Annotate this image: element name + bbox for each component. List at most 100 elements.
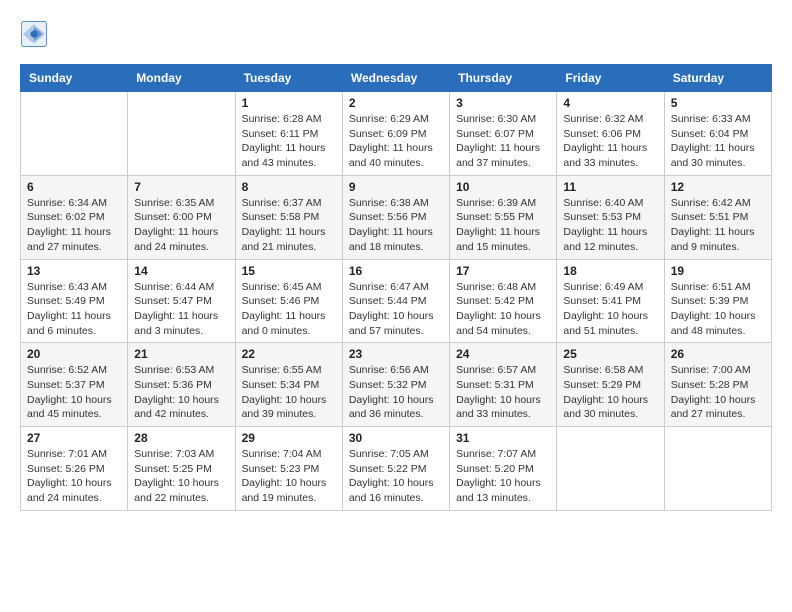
calendar-cell: 10Sunrise: 6:39 AM Sunset: 5:55 PM Dayli… bbox=[450, 175, 557, 259]
weekday-header-tuesday: Tuesday bbox=[235, 65, 342, 92]
calendar-cell: 28 Sunrise: 7:03 AM Sunset: 5:25 PM Dayli… bbox=[128, 427, 235, 511]
day-number: 7 bbox=[134, 180, 228, 194]
calendar-body: 1 Sunrise: 6:28 AM Sunset: 6:11 PM Daylig… bbox=[21, 92, 772, 511]
calendar-cell: 1 Sunrise: 6:28 AM Sunset: 6:11 PM Daylig… bbox=[235, 92, 342, 176]
calendar-cell: 7Sunrise: 6:35 AM Sunset: 6:00 PM Daylig… bbox=[128, 175, 235, 259]
day-info: Sunrise: 6:30 AM Sunset: 6:07 PM Dayligh… bbox=[456, 112, 550, 171]
calendar-cell: 14 Sunrise: 6:44 AM Sunset: 5:47 PM Dayli… bbox=[128, 259, 235, 343]
calendar-cell bbox=[557, 427, 664, 511]
day-info: Sunrise: 6:38 AM Sunset: 5:56 PM Dayligh… bbox=[349, 196, 443, 255]
day-number: 23 bbox=[349, 347, 443, 361]
day-info: Sunrise: 7:01 AM Sunset: 5:26 PM Dayligh… bbox=[27, 447, 121, 506]
day-info: Sunrise: 6:33 AM Sunset: 6:04 PM Dayligh… bbox=[671, 112, 765, 171]
calendar-cell bbox=[21, 92, 128, 176]
calendar-cell bbox=[128, 92, 235, 176]
day-info: Sunrise: 6:42 AM Sunset: 5:51 PM Dayligh… bbox=[671, 196, 765, 255]
day-number: 17 bbox=[456, 264, 550, 278]
logo bbox=[20, 20, 52, 48]
day-info: Sunrise: 7:04 AM Sunset: 5:23 PM Dayligh… bbox=[242, 447, 336, 506]
calendar-cell: 24 Sunrise: 6:57 AM Sunset: 5:31 PM Dayli… bbox=[450, 343, 557, 427]
calendar-cell: 8 Sunrise: 6:37 AM Sunset: 5:58 PM Daylig… bbox=[235, 175, 342, 259]
day-info: Sunrise: 6:58 AM Sunset: 5:29 PM Dayligh… bbox=[563, 363, 657, 422]
day-info: Sunrise: 6:44 AM Sunset: 5:47 PM Dayligh… bbox=[134, 280, 228, 339]
calendar-header: SundayMondayTuesdayWednesdayThursdayFrid… bbox=[21, 65, 772, 92]
calendar-table: SundayMondayTuesdayWednesdayThursdayFrid… bbox=[20, 64, 772, 511]
calendar-cell: 18Sunrise: 6:49 AM Sunset: 5:41 PM Dayli… bbox=[557, 259, 664, 343]
day-number: 26 bbox=[671, 347, 765, 361]
calendar-cell: 9 Sunrise: 6:38 AM Sunset: 5:56 PM Daylig… bbox=[342, 175, 449, 259]
day-info: Sunrise: 6:51 AM Sunset: 5:39 PM Dayligh… bbox=[671, 280, 765, 339]
calendar-cell: 4 Sunrise: 6:32 AM Sunset: 6:06 PM Daylig… bbox=[557, 92, 664, 176]
day-info: Sunrise: 6:37 AM Sunset: 5:58 PM Dayligh… bbox=[242, 196, 336, 255]
day-number: 15 bbox=[242, 264, 336, 278]
day-info: Sunrise: 6:29 AM Sunset: 6:09 PM Dayligh… bbox=[349, 112, 443, 171]
calendar-cell: 30 Sunrise: 7:05 AM Sunset: 5:22 PM Dayli… bbox=[342, 427, 449, 511]
day-number: 5 bbox=[671, 96, 765, 110]
weekday-header-sunday: Sunday bbox=[21, 65, 128, 92]
calendar-cell: 19Sunrise: 6:51 AM Sunset: 5:39 PM Dayli… bbox=[664, 259, 771, 343]
day-info: Sunrise: 7:07 AM Sunset: 5:20 PM Dayligh… bbox=[456, 447, 550, 506]
day-number: 30 bbox=[349, 431, 443, 445]
day-number: 1 bbox=[242, 96, 336, 110]
day-info: Sunrise: 6:52 AM Sunset: 5:37 PM Dayligh… bbox=[27, 363, 121, 422]
calendar-cell: 11 Sunrise: 6:40 AM Sunset: 5:53 PM Dayli… bbox=[557, 175, 664, 259]
calendar-cell: 17 Sunrise: 6:48 AM Sunset: 5:42 PM Dayli… bbox=[450, 259, 557, 343]
day-number: 12 bbox=[671, 180, 765, 194]
day-info: Sunrise: 6:32 AM Sunset: 6:06 PM Dayligh… bbox=[563, 112, 657, 171]
day-number: 8 bbox=[242, 180, 336, 194]
logo-icon bbox=[20, 20, 48, 48]
day-number: 11 bbox=[563, 180, 657, 194]
day-number: 31 bbox=[456, 431, 550, 445]
day-info: Sunrise: 6:49 AM Sunset: 5:41 PM Dayligh… bbox=[563, 280, 657, 339]
calendar-cell: 27 Sunrise: 7:01 AM Sunset: 5:26 PM Dayli… bbox=[21, 427, 128, 511]
calendar-week-4: 27 Sunrise: 7:01 AM Sunset: 5:26 PM Dayli… bbox=[21, 427, 772, 511]
calendar-cell: 23 Sunrise: 6:56 AM Sunset: 5:32 PM Dayli… bbox=[342, 343, 449, 427]
calendar-cell: 29 Sunrise: 7:04 AM Sunset: 5:23 PM Dayli… bbox=[235, 427, 342, 511]
day-number: 22 bbox=[242, 347, 336, 361]
day-number: 13 bbox=[27, 264, 121, 278]
weekday-header-friday: Friday bbox=[557, 65, 664, 92]
day-number: 28 bbox=[134, 431, 228, 445]
calendar-cell: 5 Sunrise: 6:33 AM Sunset: 6:04 PM Daylig… bbox=[664, 92, 771, 176]
day-info: Sunrise: 7:05 AM Sunset: 5:22 PM Dayligh… bbox=[349, 447, 443, 506]
day-info: Sunrise: 7:00 AM Sunset: 5:28 PM Dayligh… bbox=[671, 363, 765, 422]
calendar-cell: 3 Sunrise: 6:30 AM Sunset: 6:07 PM Daylig… bbox=[450, 92, 557, 176]
calendar-cell: 16 Sunrise: 6:47 AM Sunset: 5:44 PM Dayli… bbox=[342, 259, 449, 343]
page-header bbox=[20, 20, 772, 48]
day-number: 27 bbox=[27, 431, 121, 445]
day-number: 9 bbox=[349, 180, 443, 194]
day-info: Sunrise: 6:28 AM Sunset: 6:11 PM Dayligh… bbox=[242, 112, 336, 171]
day-info: Sunrise: 6:43 AM Sunset: 5:49 PM Dayligh… bbox=[27, 280, 121, 339]
day-number: 24 bbox=[456, 347, 550, 361]
day-number: 4 bbox=[563, 96, 657, 110]
day-info: Sunrise: 6:57 AM Sunset: 5:31 PM Dayligh… bbox=[456, 363, 550, 422]
weekday-header-monday: Monday bbox=[128, 65, 235, 92]
day-info: Sunrise: 6:55 AM Sunset: 5:34 PM Dayligh… bbox=[242, 363, 336, 422]
calendar-cell: 13 Sunrise: 6:43 AM Sunset: 5:49 PM Dayli… bbox=[21, 259, 128, 343]
weekday-header-thursday: Thursday bbox=[450, 65, 557, 92]
calendar-cell: 25Sunrise: 6:58 AM Sunset: 5:29 PM Dayli… bbox=[557, 343, 664, 427]
calendar-week-1: 6 Sunrise: 6:34 AM Sunset: 6:02 PM Daylig… bbox=[21, 175, 772, 259]
calendar-cell bbox=[664, 427, 771, 511]
weekday-header-saturday: Saturday bbox=[664, 65, 771, 92]
day-number: 6 bbox=[27, 180, 121, 194]
day-number: 3 bbox=[456, 96, 550, 110]
day-info: Sunrise: 7:03 AM Sunset: 5:25 PM Dayligh… bbox=[134, 447, 228, 506]
day-info: Sunrise: 6:34 AM Sunset: 6:02 PM Dayligh… bbox=[27, 196, 121, 255]
day-number: 21 bbox=[134, 347, 228, 361]
calendar-cell: 31 Sunrise: 7:07 AM Sunset: 5:20 PM Dayli… bbox=[450, 427, 557, 511]
day-number: 16 bbox=[349, 264, 443, 278]
day-info: Sunrise: 6:47 AM Sunset: 5:44 PM Dayligh… bbox=[349, 280, 443, 339]
calendar-cell: 26 Sunrise: 7:00 AM Sunset: 5:28 PM Dayli… bbox=[664, 343, 771, 427]
day-info: Sunrise: 6:48 AM Sunset: 5:42 PM Dayligh… bbox=[456, 280, 550, 339]
calendar-week-3: 20Sunrise: 6:52 AM Sunset: 5:37 PM Dayli… bbox=[21, 343, 772, 427]
day-info: Sunrise: 6:56 AM Sunset: 5:32 PM Dayligh… bbox=[349, 363, 443, 422]
day-number: 14 bbox=[134, 264, 228, 278]
calendar-cell: 20Sunrise: 6:52 AM Sunset: 5:37 PM Dayli… bbox=[21, 343, 128, 427]
calendar-cell: 15 Sunrise: 6:45 AM Sunset: 5:46 PM Dayli… bbox=[235, 259, 342, 343]
day-info: Sunrise: 6:40 AM Sunset: 5:53 PM Dayligh… bbox=[563, 196, 657, 255]
day-info: Sunrise: 6:45 AM Sunset: 5:46 PM Dayligh… bbox=[242, 280, 336, 339]
calendar-week-2: 13 Sunrise: 6:43 AM Sunset: 5:49 PM Dayli… bbox=[21, 259, 772, 343]
day-number: 29 bbox=[242, 431, 336, 445]
weekday-header-wednesday: Wednesday bbox=[342, 65, 449, 92]
